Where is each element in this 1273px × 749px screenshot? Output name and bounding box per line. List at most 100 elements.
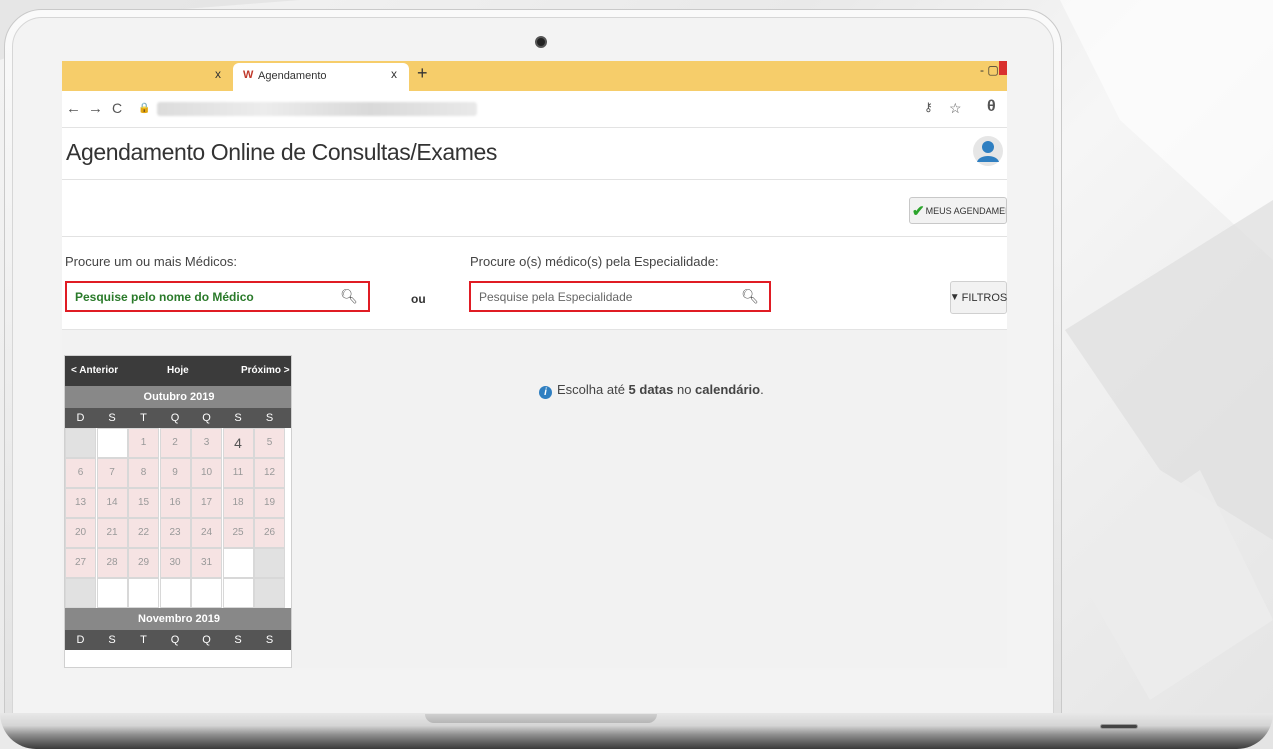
calendar-day[interactable]: 7 [96, 458, 128, 488]
medico-search-input[interactable] [67, 283, 368, 310]
divider [62, 179, 1007, 180]
key-icon[interactable]: ⚷ [924, 100, 933, 114]
calendar-day[interactable]: 5 [254, 428, 285, 458]
lock-icon: 🔒 [138, 103, 151, 114]
calendar-day[interactable]: 4 [222, 428, 254, 458]
new-tab-icon[interactable]: + [417, 63, 428, 84]
browser-tab-previous[interactable]: x [62, 61, 233, 91]
info-message: i Escolha até 5 datas no calendário. [539, 382, 764, 399]
calendar-day[interactable]: 26 [254, 518, 285, 548]
window-controls[interactable]: - ▢ [980, 63, 999, 77]
medico-search-field[interactable]: 🔍︎ [65, 281, 370, 312]
weekday-label: S [108, 412, 116, 424]
page-title: Agendamento Online de Consultas/Exames [66, 139, 498, 165]
weekday-label: Q [170, 412, 180, 424]
filtros-button[interactable]: ▼ FILTROS [950, 281, 1007, 314]
calendar-day[interactable]: 21 [96, 518, 128, 548]
calendar-day[interactable]: 16 [159, 488, 191, 518]
browser-address-bar: ← → C 🔒 ⚷ ☆ θ [62, 91, 1007, 128]
calendar-empty-day [65, 578, 96, 608]
search-icon[interactable]: 🔍︎ [741, 288, 759, 305]
weekday-label: S [265, 634, 274, 646]
back-arrow-icon[interactable]: ← [66, 100, 81, 117]
weekday-label: Q [170, 634, 180, 646]
tab-title: Agendamento [258, 70, 327, 82]
close-tab-icon[interactable]: x [215, 67, 221, 81]
info-icon: i [539, 386, 552, 399]
calendar-empty-day [159, 578, 191, 608]
window-close-button[interactable] [999, 61, 1007, 75]
calendar-month-title: Outubro 2019 [65, 386, 291, 408]
especialidade-search-input[interactable] [471, 283, 769, 310]
calendar-day[interactable]: 8 [128, 458, 159, 488]
calendar-day[interactable]: 10 [191, 458, 222, 488]
close-tab-icon[interactable]: x [391, 67, 397, 81]
weekday-label: S [234, 634, 242, 646]
ou-label: ou [411, 292, 426, 306]
calendar-weekday-header: DSTQQSS [65, 408, 291, 428]
weekday-label: D [76, 412, 85, 424]
calendar-empty-day [254, 578, 285, 608]
user-avatar-icon[interactable] [973, 136, 1003, 166]
calendar-empty-day [96, 428, 128, 458]
calendar-day[interactable]: 29 [128, 548, 159, 578]
calendar-day[interactable]: 18 [222, 488, 254, 518]
forward-arrow-icon[interactable]: → [88, 100, 103, 117]
calendar-today-button[interactable]: Hoje [167, 365, 189, 376]
calendar-day[interactable]: 15 [128, 488, 159, 518]
calendar-day[interactable]: 25 [222, 518, 254, 548]
webcam-icon [535, 36, 547, 48]
calendar-day[interactable]: 28 [96, 548, 128, 578]
calendar-day[interactable]: 1 [128, 428, 159, 458]
weekday-label: S [234, 412, 242, 424]
medico-search-label: Procure um ou mais Médicos: [65, 254, 237, 269]
filter-icon: ▼ [949, 292, 960, 303]
meus-agendamentos-button[interactable]: ✔ MEUS AGENDAMENTOS [909, 197, 1007, 224]
laptop-screen: x W Agendamento x + - ▢ ← → C 🔒 ⚷ ☆ θ Ag… [62, 61, 1007, 668]
calendar-day[interactable]: 13 [65, 488, 96, 518]
calendar-day[interactable]: 9 [159, 458, 191, 488]
calendar-empty-day [65, 428, 96, 458]
calendar-day[interactable]: 27 [65, 548, 96, 578]
checkmark-icon: ✔ [912, 202, 925, 220]
browser-tab-agendamento[interactable]: W Agendamento x [233, 63, 409, 91]
account-icon[interactable]: θ [987, 98, 996, 116]
calendar-nav: < Anterior Hoje Próximo > [65, 356, 291, 386]
calendar-day[interactable]: 12 [254, 458, 285, 488]
calendar-next-button[interactable]: Próximo > [241, 365, 290, 376]
calendar-day[interactable]: 17 [191, 488, 222, 518]
calendar-day[interactable]: 19 [254, 488, 285, 518]
weekday-label: T [140, 412, 147, 424]
especialidade-search-field[interactable]: 🔍︎ [469, 281, 771, 312]
url-field[interactable] [157, 102, 477, 116]
calendar-day[interactable]: 22 [128, 518, 159, 548]
calendar-day[interactable]: 6 [65, 458, 96, 488]
search-icon[interactable]: 🔍︎ [340, 288, 358, 305]
calendar-weekday-header: DSTQQSS [65, 630, 291, 650]
calendar-day[interactable]: 31 [191, 548, 222, 578]
divider [62, 236, 1007, 237]
weekday-label: T [140, 634, 147, 646]
calendar-day[interactable]: 11 [222, 458, 254, 488]
calendar-empty-day [222, 548, 254, 578]
weekday-label: D [76, 634, 85, 646]
calendar: < Anterior Hoje Próximo > Outubro 2019 D S… [64, 355, 292, 668]
calendar-day[interactable]: 30 [159, 548, 191, 578]
laptop-slot [1100, 724, 1138, 729]
weekday-label: S [108, 634, 116, 646]
calendar-prev-button[interactable]: < Anterior [71, 365, 118, 376]
calendar-empty-day [191, 578, 222, 608]
calendar-day[interactable]: 23 [159, 518, 191, 548]
calendar-month-title: Novembro 2019 [65, 608, 291, 630]
calendar-day[interactable]: 2 [159, 428, 191, 458]
weekday-label: Q [202, 634, 211, 646]
meus-agendamentos-label: MEUS AGENDAMENTOS [925, 205, 1006, 216]
reload-icon[interactable]: C [112, 100, 122, 116]
calendar-day[interactable]: 20 [65, 518, 96, 548]
calendar-day[interactable]: 24 [191, 518, 222, 548]
calendar-empty-day [96, 578, 128, 608]
calendar-day[interactable]: 3 [191, 428, 222, 458]
star-icon[interactable]: ☆ [949, 100, 962, 117]
calendar-empty-day [222, 578, 254, 608]
calendar-day[interactable]: 14 [96, 488, 128, 518]
